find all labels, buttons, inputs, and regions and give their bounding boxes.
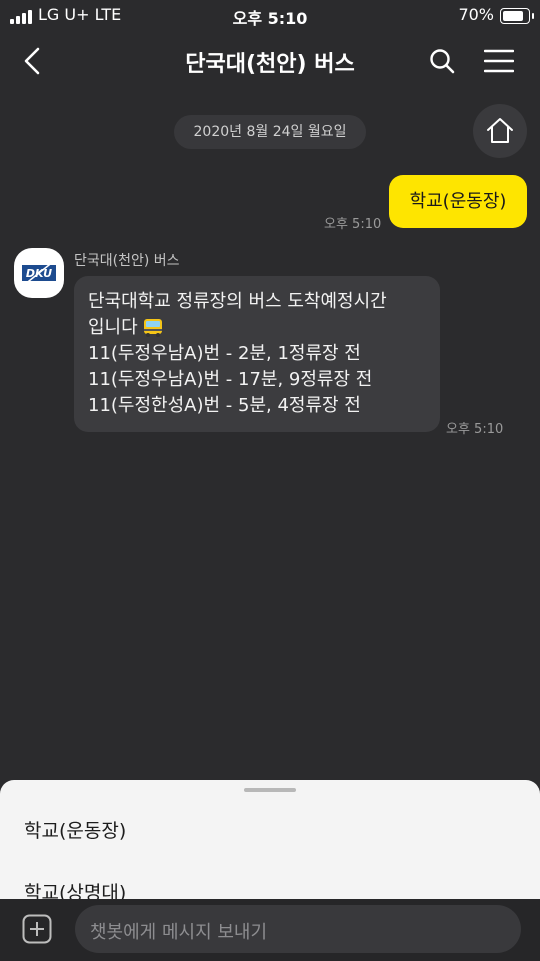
bus-emoji-icon bbox=[143, 319, 162, 337]
sender-name: 단국대(천안) 버스 bbox=[74, 253, 180, 269]
quick-reply-1[interactable]: 학교(운동장) bbox=[24, 816, 126, 843]
battery-icon bbox=[500, 8, 534, 24]
incoming-message-text: 단국대학교 정류장의 버스 도착예정시간 입니다 11(두정우남A)번 - 2분… bbox=[88, 289, 387, 419]
home-icon bbox=[487, 118, 513, 143]
status-bar: LG U+ LTE 오후 5:10 70% bbox=[0, 0, 540, 32]
date-separator: 2020년 8월 24일 월요일 bbox=[174, 115, 366, 149]
message-input[interactable]: 챗봇에게 메시지 보내기 bbox=[75, 905, 521, 953]
home-button[interactable] bbox=[473, 104, 527, 158]
message-line-with-emoji: 입니다 bbox=[88, 315, 387, 341]
search-icon[interactable] bbox=[428, 47, 456, 75]
message-line: 11(두정한성A)번 - 5분, 4정류장 전 bbox=[88, 395, 361, 416]
message-input-placeholder: 챗봇에게 메시지 보내기 bbox=[90, 922, 268, 943]
outgoing-message[interactable]: 학교(운동장) bbox=[389, 175, 527, 228]
menu-icon[interactable] bbox=[484, 48, 514, 74]
message-line: 입니다 bbox=[88, 317, 138, 338]
plus-icon[interactable] bbox=[22, 914, 52, 944]
battery-percent: 70% bbox=[458, 5, 494, 24]
chat-title: 단국대(천안) 버스 bbox=[185, 52, 355, 77]
dku-logo: DKU bbox=[22, 260, 56, 286]
chat-header: 단국대(천안) 버스 bbox=[0, 32, 540, 92]
message-input-bar: 챗봇에게 메시지 보내기 bbox=[0, 899, 540, 961]
message-line: 11(두정우남A)번 - 17분, 9정류장 전 bbox=[88, 369, 373, 390]
avatar[interactable]: DKU bbox=[14, 248, 64, 298]
outgoing-timestamp: 오후 5:10 bbox=[324, 217, 382, 232]
sheet-handle[interactable] bbox=[244, 788, 296, 792]
incoming-timestamp: 오후 5:10 bbox=[446, 422, 504, 437]
message-line: 11(두정우남A)번 - 2분, 1정류장 전 bbox=[88, 343, 361, 364]
message-line: 단국대학교 정류장의 버스 도착예정시간 bbox=[88, 291, 387, 312]
